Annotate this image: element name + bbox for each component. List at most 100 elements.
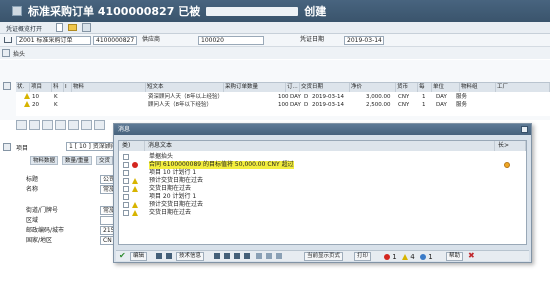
add-row-button[interactable] [29,120,40,130]
display-icon[interactable] [82,23,91,32]
row-date-cat: D [304,102,309,108]
col-order-unit[interactable]: 订... [286,83,300,92]
col-item[interactable]: 项目 [30,83,52,92]
close-window-icon[interactable]: ✖ [468,252,475,260]
row-per: 1 [422,102,426,108]
row-select-icon[interactable] [123,186,129,192]
address-form: 标题 公司 名称 常旅 街道/门牌号 常旅 区域 邮政编码/城市 215 国家/… [22,170,122,250]
open-folder-icon[interactable] [68,24,77,31]
error-count: 1 [392,253,397,261]
paste-button[interactable] [68,120,79,130]
doc-type-select[interactable]: Z001 标准采购订单 [16,36,91,45]
message-row[interactable]: 预计交货日期在过去 [119,201,526,209]
col-acct[interactable]: 科 [52,83,64,92]
current-format-button[interactable]: 当前显示页式 [304,252,344,261]
table-row[interactable]: 10 K 资深顾问人天（8年以上经验） 100 DAY D 2019-03-14… [16,93,550,101]
message-row[interactable]: 项目 20 计划行 1 [119,193,526,201]
warning-icon [24,101,30,109]
next-icon[interactable] [234,253,240,259]
check-icon[interactable]: ✔ [119,252,126,260]
sort-button[interactable] [94,120,105,130]
header-section: 抬头 [0,47,550,59]
col-delivery-date[interactable]: 交货日期 [300,83,350,92]
row-item: 20 [32,102,39,108]
expand-header-icon[interactable] [2,49,10,57]
delete-row-button[interactable] [42,120,53,130]
col-po-qty[interactable]: 采购订单数量 [224,83,286,92]
row-select-icon[interactable] [123,154,129,160]
message-row[interactable]: 预计交货日期在过去 [119,177,526,185]
cart-icon [4,37,12,43]
tab-quantity-weight[interactable]: 数量/重量 [62,156,92,165]
details-button[interactable] [16,120,27,130]
collapse-items-icon[interactable] [3,82,11,90]
first-icon[interactable] [214,253,220,259]
vendor-field[interactable]: 100020 [198,36,264,45]
title-bar: 标准采购订单 4100000827 已被 创建 [0,0,550,22]
sort-icon[interactable] [266,253,272,259]
filter-button[interactable] [81,120,92,130]
help-button[interactable]: 帮助 [446,252,464,261]
doc-date-field[interactable]: 2019-03-14 [344,36,384,45]
message-row[interactable]: 交货日期在过去 [119,185,526,193]
col-per[interactable]: 每 [418,83,432,92]
form-label: 国家/地区 [26,237,53,244]
row-currency: CNY [398,94,410,100]
doc-overview-button[interactable]: 凭证概览打开 [6,24,42,33]
message-dialog: 消息 类) 消息文本 长> 单据抬头 合同 6100000089 的目标值将 5… [113,123,532,263]
new-document-icon[interactable] [56,23,63,32]
row-currency: CNY [398,102,410,108]
col-status[interactable]: 状. [16,83,30,92]
warning-icon [132,186,138,192]
col-long-text[interactable]: 长> [495,141,526,151]
item-label: 项目 [16,145,29,152]
message-row[interactable]: 合同 6100000089 的目标值将 50,000.00 CNY 超过 [119,161,526,169]
row-price: 2,500.00 [366,102,391,108]
print-button[interactable]: 打印 [354,252,372,261]
row-select-icon[interactable] [123,162,129,168]
row-unit2: DAY [436,102,447,108]
table-row[interactable]: 20 K 顾问人天（8年以下经验） 100 DAY D 2019-03-14 2… [16,101,550,109]
collapse-item-icon[interactable] [3,143,11,151]
nav-next-icon[interactable] [166,253,172,259]
technical-info-button[interactable]: 技术信息 [176,252,205,261]
row-select-icon[interactable] [123,210,129,216]
col-net-price[interactable]: 净价 [350,83,396,92]
warning-count-icon[interactable]: 4 [402,253,415,261]
row-select-icon[interactable] [123,178,129,184]
warning-icon [132,202,138,208]
message-row[interactable]: 交货日期在过去 [119,209,526,217]
window-title-prefix: 标准采购订单 4100000827 已被 [28,5,201,18]
row-unit2: DAY [436,94,447,100]
nav-prev-icon[interactable] [156,253,162,259]
row-item: 10 [32,94,39,100]
error-count-icon[interactable]: 1 [384,253,397,261]
col-material-group[interactable]: 物料组 [460,83,496,92]
edit-button[interactable]: 编辑 [130,252,148,261]
filter-icon[interactable] [256,253,262,259]
col-cat[interactable]: I [64,83,72,92]
sum-icon[interactable] [276,253,282,259]
message-row[interactable]: 项目 10 计划行 1 [119,169,526,177]
long-text-icon[interactable] [504,162,510,168]
col-message-text[interactable]: 消息文本 [145,141,495,151]
prev-icon[interactable] [224,253,230,259]
col-material[interactable]: 物料 [72,83,146,92]
tab-material-data[interactable]: 物料数据 [30,156,59,165]
col-currency[interactable]: 货币 [396,83,418,92]
copy-button[interactable] [55,120,66,130]
col-plant[interactable]: 工厂 [496,83,550,92]
info-count-icon[interactable]: 1 [420,253,433,261]
message-text: 预计交货日期在过去 [149,177,204,184]
header-section-title: 抬头 [13,51,26,58]
tab-delivery[interactable]: 交货 [96,156,114,165]
row-select-icon[interactable] [123,202,129,208]
row-select-icon[interactable] [123,194,129,200]
row-select-icon[interactable] [123,170,129,176]
col-short-text[interactable]: 短文本 [146,83,224,92]
col-unit[interactable]: 单位 [432,83,460,92]
col-type[interactable]: 类) [119,141,145,151]
close-icon[interactable] [521,126,528,133]
last-icon[interactable] [244,253,250,259]
message-row[interactable]: 单据抬头 [119,153,526,161]
